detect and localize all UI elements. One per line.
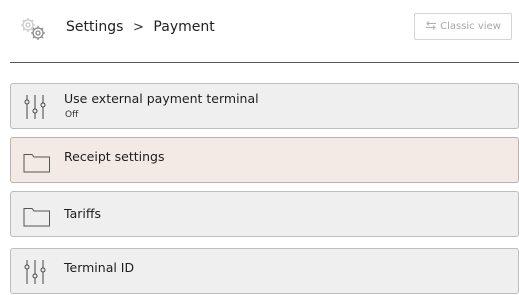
- classic-view-button[interactable]: Classic view: [414, 13, 512, 40]
- list-item-external-payment-terminal[interactable]: Use external payment terminal Off: [10, 83, 519, 129]
- item-label: Receipt settings: [64, 149, 165, 164]
- item-label: Tariffs: [64, 206, 101, 221]
- sliders-icon: [24, 94, 46, 124]
- swap-arrows-icon: [425, 20, 437, 33]
- sliders-icon: [24, 259, 46, 289]
- folder-icon: [23, 151, 51, 177]
- item-label: Terminal ID: [64, 260, 135, 275]
- folder-icon: [23, 205, 51, 231]
- list-item-receipt-settings[interactable]: Receipt settings: [10, 137, 519, 183]
- header-bar: Settings > Payment Classic view: [0, 0, 519, 62]
- classic-view-label: Classic view: [440, 21, 501, 32]
- settings-gears-icon[interactable]: [19, 16, 47, 42]
- breadcrumb-separator: >: [132, 19, 144, 35]
- item-status: Off: [65, 110, 79, 120]
- breadcrumb: Settings > Payment: [66, 19, 215, 35]
- breadcrumb-payment: Payment: [153, 19, 215, 35]
- header-divider: [10, 62, 519, 63]
- item-label: Use external payment terminal: [64, 91, 259, 106]
- breadcrumb-settings[interactable]: Settings: [66, 19, 123, 35]
- list-item-terminal-id[interactable]: Terminal ID: [10, 248, 519, 294]
- list-item-tariffs[interactable]: Tariffs: [10, 191, 519, 237]
